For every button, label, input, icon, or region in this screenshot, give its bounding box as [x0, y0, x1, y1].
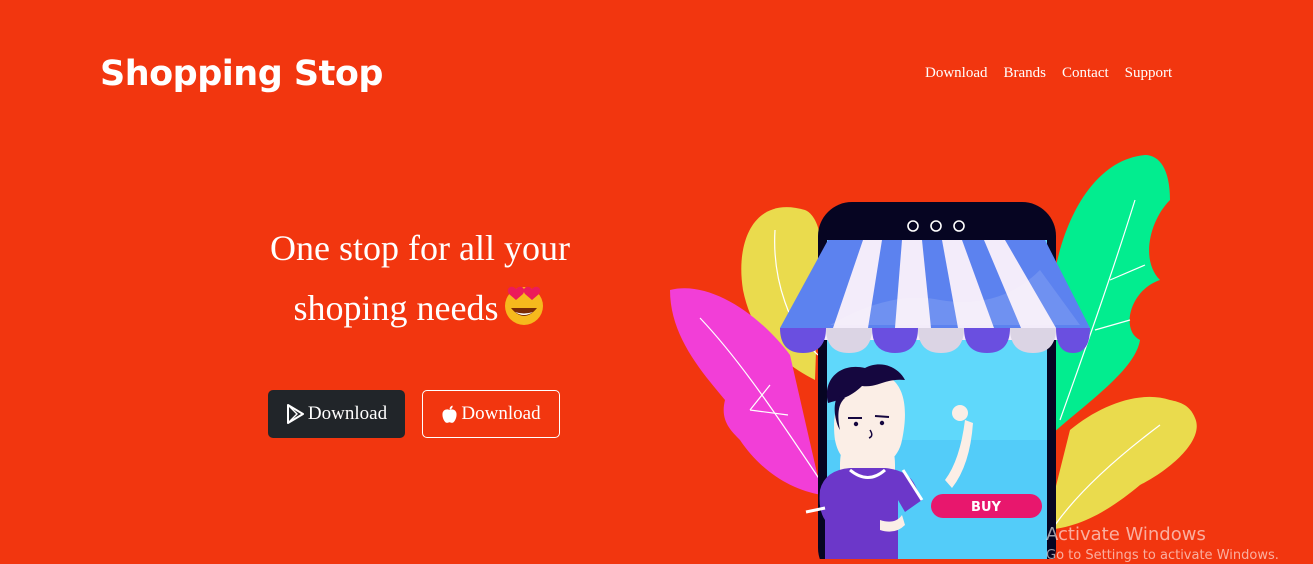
google-play-download-button[interactable]: Download — [268, 390, 405, 438]
headline-line-1: One stop for all your — [270, 228, 570, 268]
star-struck-emoji-icon — [502, 284, 546, 344]
nav-contact[interactable]: Contact — [1062, 64, 1109, 82]
apple-button-label: Download — [461, 403, 541, 424]
awning — [780, 240, 1090, 353]
play-store-icon — [286, 404, 305, 424]
apple-icon — [441, 405, 458, 424]
app-store-download-button[interactable]: Download — [422, 390, 560, 438]
top-nav: Download Brands Contact Support — [925, 64, 1172, 82]
play-button-label: Download — [307, 403, 388, 424]
activate-windows-subtitle: Go to Settings to activate Windows. — [1046, 548, 1279, 563]
nav-download[interactable]: Download — [925, 64, 988, 82]
headline-line-2: shoping needs — [293, 288, 499, 328]
nav-support[interactable]: Support — [1125, 64, 1173, 82]
activate-windows-title: Activate Windows — [1046, 524, 1206, 545]
nav-brands[interactable]: Brands — [1004, 64, 1047, 82]
brand-logo[interactable]: Shopping Stop — [100, 50, 383, 98]
hero-illustration: BUY — [640, 140, 1220, 564]
buy-button-label: BUY — [971, 500, 1001, 515]
hero-headline: One stop for all your shoping needs — [210, 218, 630, 344]
